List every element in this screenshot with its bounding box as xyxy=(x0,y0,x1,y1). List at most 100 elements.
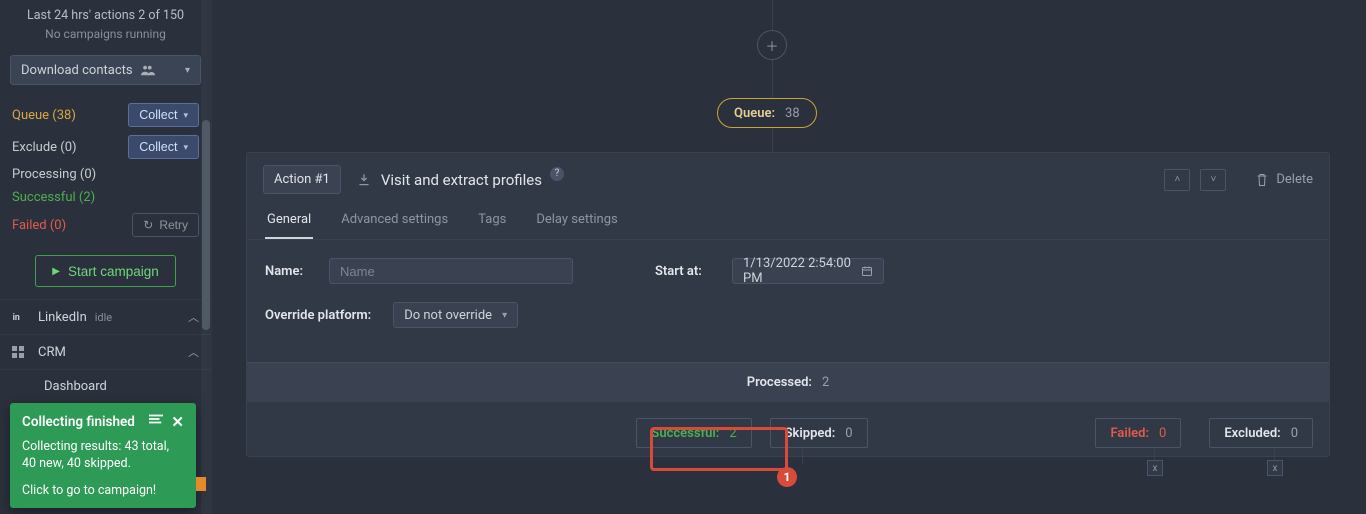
delete-button[interactable]: Delete xyxy=(1256,172,1313,187)
close-icon[interactable]: ✕ xyxy=(171,413,184,431)
sidebar-stats: Queue (38) Collect ▾ Exclude (0) Collect ▾… xyxy=(0,91,211,245)
tab-advanced[interactable]: Advanced settings xyxy=(339,204,450,239)
annotation-badge: 1 xyxy=(777,467,797,487)
toast-collecting-finished[interactable]: Collecting finished ✕ Collecting results… xyxy=(10,403,196,508)
card-header: Action #1 Visit and extract profiles ? ˄… xyxy=(247,153,1329,200)
list-icon[interactable] xyxy=(149,413,163,431)
failed-count: Failed (0) xyxy=(12,218,66,233)
processed-value: 2 xyxy=(822,375,829,390)
actions-quota: Last 24 hrs' actions 2 of 150 xyxy=(0,0,211,27)
move-down-button[interactable]: ˅ xyxy=(1200,169,1226,191)
exclude-collect-button[interactable]: Collect ▾ xyxy=(128,135,199,159)
start-campaign-button[interactable]: ▶ Start campaign xyxy=(35,255,176,287)
processed-key: Processed: xyxy=(747,375,812,390)
help-icon[interactable]: ? xyxy=(550,167,564,181)
status-successful-key: Successful: xyxy=(651,426,719,441)
queue-chip-value: 38 xyxy=(785,106,800,121)
queue-chip-key: Queue: xyxy=(734,106,775,121)
status-failed-value: 0 xyxy=(1159,426,1166,441)
toast-cta[interactable]: Click to go to campaign! xyxy=(22,483,184,498)
status-excluded-value: 0 xyxy=(1291,426,1298,441)
action-card: Action #1 Visit and extract profiles ? ˄… xyxy=(246,152,1330,457)
reload-icon: ↻ xyxy=(143,218,153,232)
nav-linkedin[interactable]: in LinkedIn idle ︿ xyxy=(0,299,211,334)
campaign-status: No campaigns running xyxy=(0,27,211,49)
queue-collect-button[interactable]: Collect ▾ xyxy=(128,103,199,127)
download-contacts-label: Download contacts xyxy=(21,63,133,78)
calendar-icon[interactable] xyxy=(861,265,873,277)
download-contacts-button[interactable]: Download contacts ▾ xyxy=(10,55,201,85)
remove-excluded-button[interactable]: x xyxy=(1267,460,1283,476)
sidebar: Last 24 hrs' actions 2 of 150 No campaig… xyxy=(0,0,212,514)
card-tabs: General Advanced settings Tags Delay set… xyxy=(247,200,1329,240)
status-skipped-value: 0 xyxy=(845,426,852,441)
queue-chip[interactable]: Queue: 38 xyxy=(717,98,817,128)
processing-count: Processing (0) xyxy=(12,167,96,182)
caret-down-icon: ▾ xyxy=(183,142,188,153)
toast-body: Collecting results: 43 total, 40 new, 40… xyxy=(22,439,184,473)
toast-title: Collecting finished xyxy=(22,414,135,430)
chevron-up-icon: ︿ xyxy=(188,309,199,325)
annotation-badge-number: 1 xyxy=(784,470,791,484)
successful-count: Successful (2) xyxy=(12,190,95,205)
override-label: Override platform: xyxy=(265,308,371,323)
start-campaign-label: Start campaign xyxy=(68,264,159,279)
processed-bar: Processed: 2 xyxy=(247,362,1329,402)
add-node-button[interactable]: ＋ xyxy=(757,30,787,60)
status-excluded-key: Excluded: xyxy=(1224,426,1280,441)
caret-down-icon: ▾ xyxy=(183,110,188,121)
nav-crm-label: CRM xyxy=(38,345,66,360)
status-failed[interactable]: Failed: 0 xyxy=(1095,418,1181,448)
status-skipped-key: Skipped: xyxy=(785,426,836,441)
override-select[interactable]: Do not override ▾ xyxy=(393,302,518,328)
people-icon xyxy=(141,64,155,76)
tab-delay[interactable]: Delay settings xyxy=(534,204,619,239)
nav-linkedin-label: LinkedIn xyxy=(38,310,87,325)
card-body: Name: Start at: 1/13/2022 2:54:00 PM Ove… xyxy=(247,240,1329,356)
tab-tags[interactable]: Tags xyxy=(476,204,508,239)
queue-collect-label: Collect xyxy=(139,108,177,122)
status-successful[interactable]: Successful: 2 xyxy=(636,418,751,448)
tab-general[interactable]: General xyxy=(265,204,313,239)
status-successful-value: 2 xyxy=(729,426,736,441)
grid-icon xyxy=(12,346,30,358)
chevron-up-icon: ︿ xyxy=(188,344,199,360)
caret-down-icon: ▾ xyxy=(502,310,507,321)
status-excluded[interactable]: Excluded: 0 xyxy=(1209,418,1313,448)
linkedin-icon: in xyxy=(12,310,30,324)
exclude-count: Exclude (0) xyxy=(12,140,77,155)
queue-count: Queue (38) xyxy=(12,108,76,123)
svg-text:in: in xyxy=(13,313,20,323)
start-at-value: 1/13/2022 2:54:00 PM xyxy=(743,256,853,286)
start-at-label: Start at: xyxy=(655,264,720,279)
start-at-field[interactable]: 1/13/2022 2:54:00 PM xyxy=(732,258,884,284)
move-up-button[interactable]: ˄ xyxy=(1164,169,1190,191)
caret-down-icon: ▾ xyxy=(185,65,190,76)
nav-dashboard-label: Dashboard xyxy=(44,379,107,394)
retry-button[interactable]: ↻ Retry xyxy=(132,213,199,237)
override-value: Do not override xyxy=(404,308,492,323)
action-number-chip[interactable]: Action #1 xyxy=(263,165,341,194)
sidebar-scrollbar[interactable] xyxy=(201,0,211,514)
download-icon[interactable] xyxy=(357,173,371,187)
status-row: Successful: 2 Skipped: 0 Failed: 0 xyxy=(247,402,1329,456)
scrollbar-thumb[interactable] xyxy=(202,120,210,330)
status-skipped[interactable]: Skipped: 0 xyxy=(770,418,868,448)
delete-label: Delete xyxy=(1276,172,1313,187)
name-input[interactable] xyxy=(329,258,573,284)
app-root: Last 24 hrs' actions 2 of 150 No campaig… xyxy=(0,0,1366,514)
toast-accent xyxy=(196,477,206,491)
trash-icon xyxy=(1256,173,1268,187)
card-title: Visit and extract profiles xyxy=(381,171,542,189)
nav-dashboard[interactable]: Dashboard xyxy=(0,369,211,403)
remove-failed-button[interactable]: x xyxy=(1147,460,1163,476)
connector-line xyxy=(772,128,773,152)
nav-linkedin-status: idle xyxy=(95,311,112,324)
connector-line xyxy=(772,62,773,98)
play-icon: ▶ xyxy=(52,266,60,277)
main-canvas: ＋ Queue: 38 Action #1 Visit and extract … xyxy=(212,0,1366,514)
nav-crm[interactable]: CRM ︿ xyxy=(0,334,211,369)
retry-label: Retry xyxy=(159,218,188,232)
exclude-collect-label: Collect xyxy=(139,140,177,154)
status-failed-key: Failed: xyxy=(1110,426,1149,441)
